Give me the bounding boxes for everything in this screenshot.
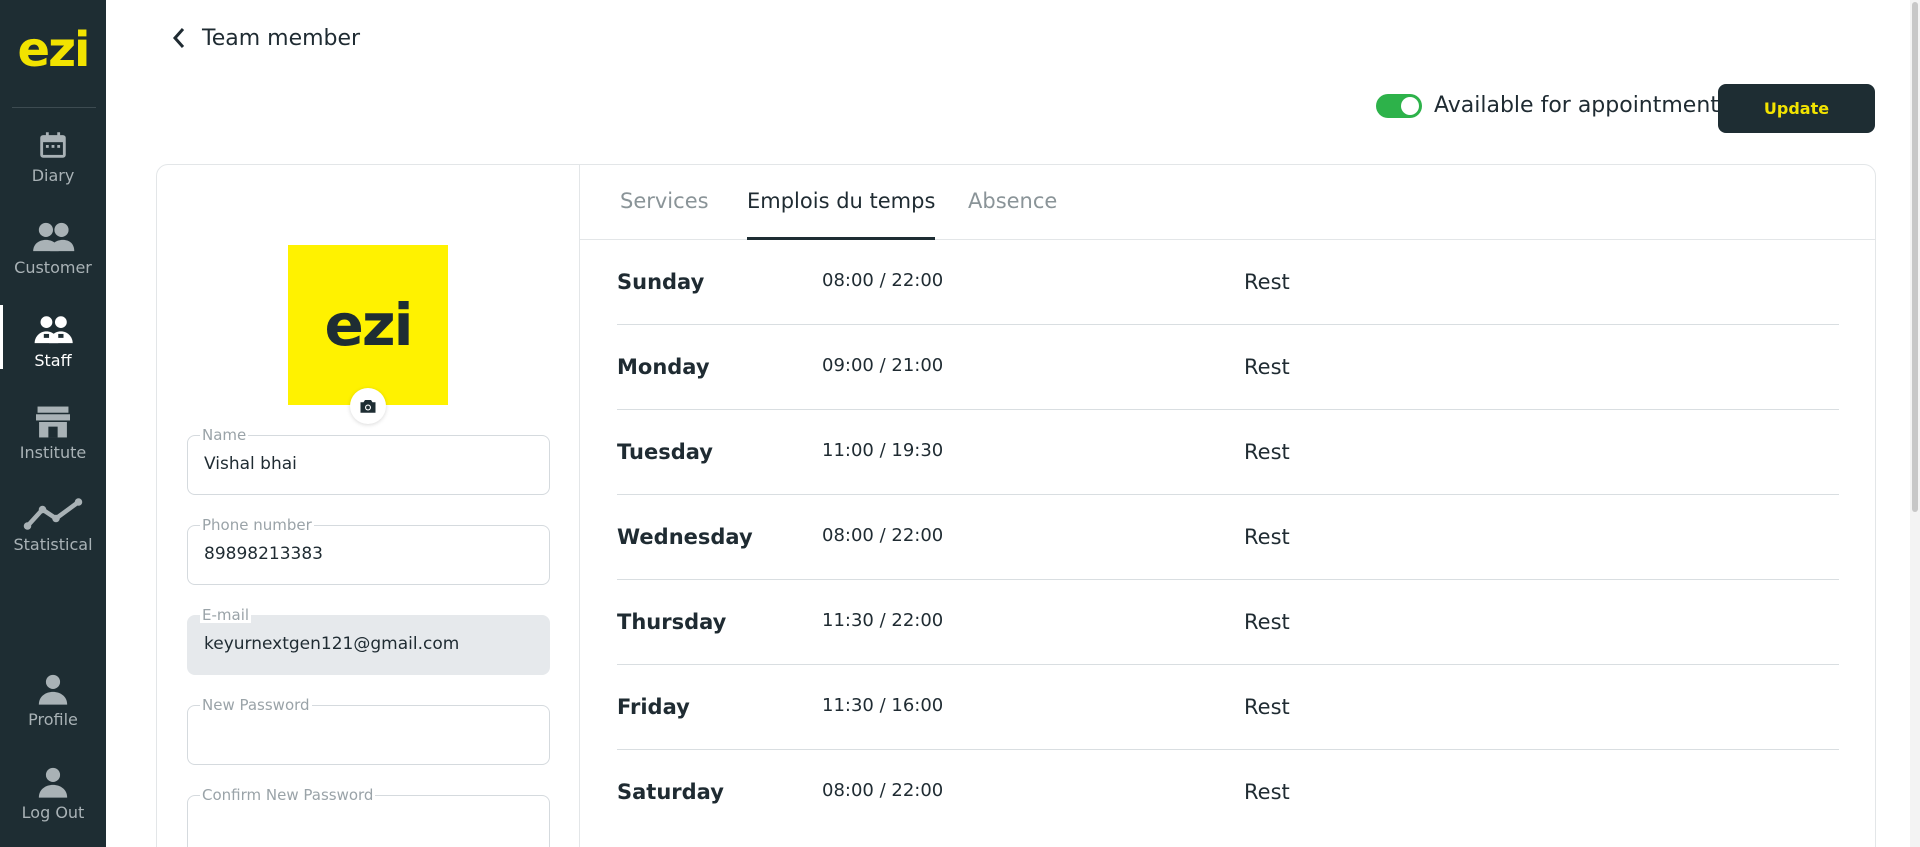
staff-icon [34,316,73,344]
name-field: Name [187,427,550,495]
availability-control: Available for appointment [1376,93,1719,118]
schedule-day: Sunday [617,270,705,294]
sidebar-item-institute[interactable]: Institute [0,405,106,475]
chevron-left-icon [172,28,185,48]
sidebar-item-label: Profile [28,710,78,729]
tab-bar: Services Emplois du temps Absence [580,165,1875,240]
confirm-password-field: Confirm New Password [187,787,550,847]
sidebar-item-label: Log Out [21,803,85,822]
schedule-day: Wednesday [617,525,753,549]
chart-line-icon [23,498,83,530]
email-label: E-mail [200,606,252,624]
scrollbar-thumb[interactable] [1912,2,1918,512]
team-member-card: ezi Name Phone number E-mail New Passwor… [156,164,1876,847]
schedule-status: Rest [1244,780,1290,804]
name-input[interactable] [204,454,534,474]
sidebar: ezi Diary Customer Staff Institute Stati… [0,0,106,847]
availability-toggle[interactable] [1376,93,1422,118]
sidebar-item-label: Statistical [13,535,93,554]
logout-user-icon [38,767,68,798]
schedule-row[interactable]: Saturday 08:00 / 22:00 Rest [617,750,1839,835]
calendar-icon [40,132,66,158]
confirm-password-label: Confirm New Password [200,786,376,804]
sidebar-item-statistical[interactable]: Statistical [0,497,106,567]
change-photo-button[interactable] [350,388,386,424]
schedule-status: Rest [1244,440,1290,464]
schedule-hours: 11:00 / 19:30 [822,440,944,461]
schedule-status: Rest [1244,270,1290,294]
profile-panel: ezi Name Phone number E-mail New Passwor… [157,165,580,847]
schedule-row[interactable]: Tuesday 11:00 / 19:30 Rest [617,410,1839,495]
tab-schedule[interactable]: Emplois du temps [747,189,936,240]
back-button[interactable]: Team member [172,24,360,52]
email-field: E-mail [187,607,550,675]
user-icon [38,674,68,705]
schedule-row[interactable]: Wednesday 08:00 / 22:00 Rest [617,495,1839,580]
confirm-password-input[interactable] [204,814,534,834]
new-password-field: New Password [187,697,550,765]
sidebar-item-diary[interactable]: Diary [0,128,106,198]
app-logo: ezi [17,22,91,78]
new-password-label: New Password [200,696,312,714]
schedule-hours: 11:30 / 16:00 [822,695,944,716]
page-title: Team member [202,25,361,51]
sidebar-item-staff[interactable]: Staff [0,305,106,383]
sidebar-item-label: Customer [14,258,92,277]
sidebar-item-logout[interactable]: Log Out [0,765,106,835]
phone-label: Phone number [200,516,314,534]
schedule-row[interactable]: Monday 09:00 / 21:00 Rest [617,325,1839,410]
sidebar-item-label: Staff [34,351,72,370]
schedule-hours: 08:00 / 22:00 [822,270,944,291]
sidebar-item-customer[interactable]: Customer [0,220,106,290]
schedule-row[interactable]: Sunday 08:00 / 22:00 Rest [617,240,1839,325]
avatar-logo: ezi [324,291,414,359]
phone-field: Phone number [187,517,550,585]
schedule-status: Rest [1244,695,1290,719]
schedule-status: Rest [1244,355,1290,379]
store-icon [36,406,70,438]
schedule-hours: 08:00 / 22:00 [822,525,944,546]
name-label: Name [200,426,249,444]
page-scrollbar[interactable] [1910,0,1920,847]
update-button[interactable]: Update [1718,84,1875,133]
users-icon [33,222,75,252]
schedule-row[interactable]: Friday 11:30 / 16:00 Rest [617,665,1839,750]
camera-icon [360,400,376,413]
sidebar-divider [12,107,96,108]
schedule-hours: 09:00 / 21:00 [822,355,944,376]
new-password-input[interactable] [204,724,534,744]
schedule-hours: 11:30 / 22:00 [822,610,944,631]
schedule-day: Tuesday [617,440,713,464]
sidebar-item-profile[interactable]: Profile [0,672,106,742]
schedule-day: Saturday [617,780,724,804]
schedule-list: Sunday 08:00 / 22:00 Rest Monday 09:00 /… [617,240,1839,835]
schedule-day: Friday [617,695,690,719]
schedule-status: Rest [1244,610,1290,634]
email-input [204,634,534,654]
sidebar-item-label: Diary [31,166,75,185]
avatar: ezi [288,245,448,405]
schedule-row[interactable]: Thursday 11:30 / 22:00 Rest [617,580,1839,665]
tab-services[interactable]: Services [620,189,709,240]
schedule-day: Monday [617,355,710,379]
schedule-hours: 08:00 / 22:00 [822,780,944,801]
schedule-status: Rest [1244,525,1290,549]
tab-absence[interactable]: Absence [968,189,1057,240]
sidebar-item-label: Institute [19,443,87,462]
schedule-day: Thursday [617,610,727,634]
phone-input[interactable] [204,544,534,564]
availability-label: Available for appointment [1434,93,1719,118]
